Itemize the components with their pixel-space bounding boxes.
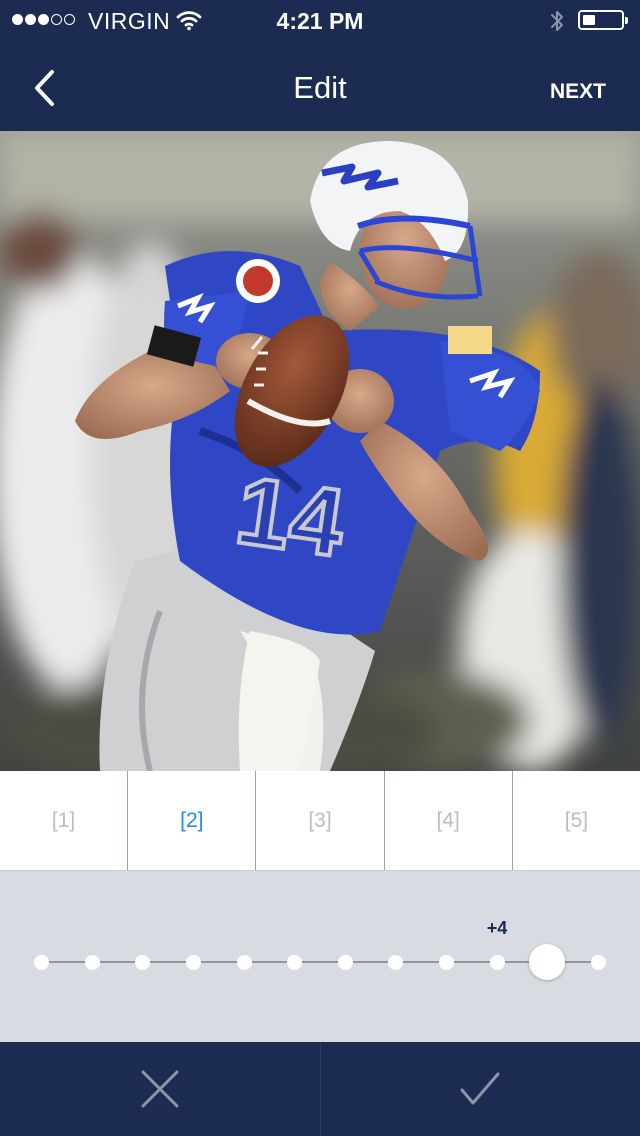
page-title: Edit — [293, 70, 347, 105]
filter-tab-4[interactable]: [4] — [383, 771, 512, 870]
filter-tab-5[interactable]: [5] — [511, 771, 640, 870]
cancel-button[interactable] — [0, 1042, 320, 1136]
bluetooth-icon — [549, 9, 565, 38]
football-player-photo: 14 — [0, 131, 640, 771]
slider-value-label: +4 — [486, 918, 508, 938]
filter-tab-3[interactable]: [3] — [255, 771, 383, 870]
filter-tab-2[interactable]: [2] — [127, 771, 255, 870]
slider-step-2[interactable] — [84, 955, 100, 970]
filter-tab-1[interactable]: [1] — [0, 771, 127, 870]
slider-step-12[interactable] — [591, 955, 606, 970]
slider-step-4[interactable] — [185, 955, 201, 970]
slider-step-8[interactable] — [388, 955, 404, 970]
slider-step-7[interactable] — [337, 955, 353, 970]
status-time: 4:21 PM — [276, 8, 364, 34]
slider-step-5[interactable] — [236, 955, 252, 970]
photo-preview: 14 — [0, 131, 640, 771]
status-bar: VIRGIN 4:21 PM — [0, 0, 640, 40]
bottom-action-bar — [0, 1042, 640, 1136]
slider-step-10[interactable] — [489, 955, 505, 970]
slider-track[interactable] — [40, 961, 598, 963]
close-icon — [141, 1070, 179, 1108]
svg-text:14: 14 — [230, 457, 351, 578]
slider-thumb[interactable] — [529, 944, 566, 980]
slider-step-3[interactable] — [135, 955, 151, 970]
checkmark-icon — [460, 1072, 500, 1105]
battery-icon — [578, 10, 628, 30]
confirm-button[interactable] — [319, 1042, 640, 1136]
top-header: VIRGIN 4:21 PM Edit NEXT — [0, 0, 640, 131]
next-button[interactable]: NEXT — [550, 80, 606, 104]
slider-step-6[interactable] — [287, 955, 303, 970]
adjustment-panel: +4 — [0, 871, 640, 1042]
filter-tabs: [1] [2] [3] [4] [5] — [0, 771, 640, 871]
slider-step-9[interactable] — [439, 955, 455, 970]
slider-step-1[interactable] — [34, 955, 49, 970]
